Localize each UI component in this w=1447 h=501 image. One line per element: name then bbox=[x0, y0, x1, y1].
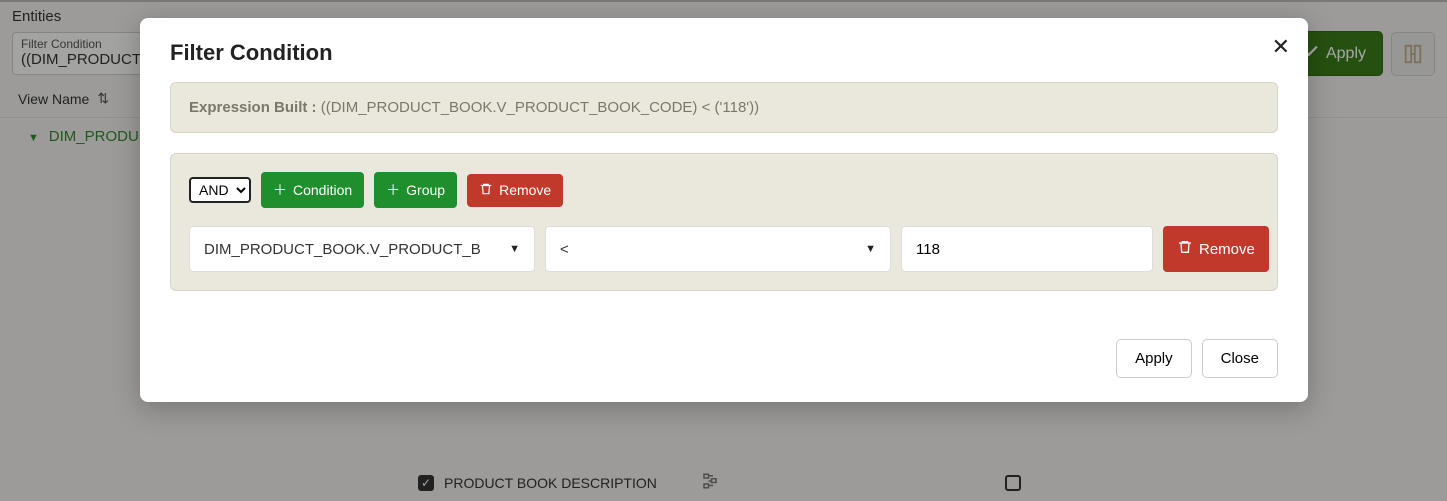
add-group-button[interactable]: ＋ Group bbox=[374, 172, 457, 208]
remove-condition-label: Remove bbox=[1199, 241, 1255, 258]
operator-select[interactable]: < ▼ bbox=[545, 226, 891, 272]
trash-icon bbox=[1177, 239, 1193, 259]
expression-built-box: Expression Built : ((DIM_PRODUCT_BOOK.V_… bbox=[170, 82, 1278, 133]
trash-icon bbox=[479, 182, 493, 199]
builder-toolbar: AND ＋ Condition ＋ Group Remove bbox=[189, 172, 1259, 208]
close-icon[interactable]: ✕ bbox=[1272, 34, 1290, 60]
expression-built-value: ((DIM_PRODUCT_BOOK.V_PRODUCT_BOOK_CODE) … bbox=[321, 99, 759, 116]
plus-icon: ＋ bbox=[273, 180, 287, 200]
remove-group-button[interactable]: Remove bbox=[467, 174, 563, 207]
expression-built-label: Expression Built : bbox=[189, 99, 317, 116]
operator-select-value: < bbox=[560, 241, 569, 258]
field-select[interactable]: DIM_PRODUCT_BOOK.V_PRODUCT_B ▼ bbox=[189, 226, 535, 272]
add-condition-label: Condition bbox=[293, 182, 352, 198]
field-select-value: DIM_PRODUCT_BOOK.V_PRODUCT_B bbox=[204, 241, 481, 258]
modal-apply-button[interactable]: Apply bbox=[1116, 339, 1192, 378]
logical-operator-select[interactable]: AND bbox=[189, 177, 251, 203]
modal-title: Filter Condition bbox=[170, 40, 1278, 66]
modal-close-button[interactable]: Close bbox=[1202, 339, 1278, 378]
add-group-label: Group bbox=[406, 182, 445, 198]
filter-condition-modal: ✕ Filter Condition Expression Built : ((… bbox=[140, 18, 1308, 402]
caret-down-icon: ▼ bbox=[865, 243, 876, 255]
remove-condition-button[interactable]: Remove bbox=[1163, 226, 1269, 272]
remove-group-label: Remove bbox=[499, 182, 551, 198]
plus-icon: ＋ bbox=[386, 180, 400, 200]
condition-row: DIM_PRODUCT_BOOK.V_PRODUCT_B ▼ < ▼ Remov… bbox=[189, 226, 1259, 272]
value-input[interactable] bbox=[901, 226, 1153, 272]
caret-down-icon: ▼ bbox=[509, 243, 520, 255]
add-condition-button[interactable]: ＋ Condition bbox=[261, 172, 364, 208]
condition-builder: AND ＋ Condition ＋ Group Remove DIM_PRODU… bbox=[170, 153, 1278, 291]
modal-footer: Apply Close bbox=[170, 339, 1278, 378]
